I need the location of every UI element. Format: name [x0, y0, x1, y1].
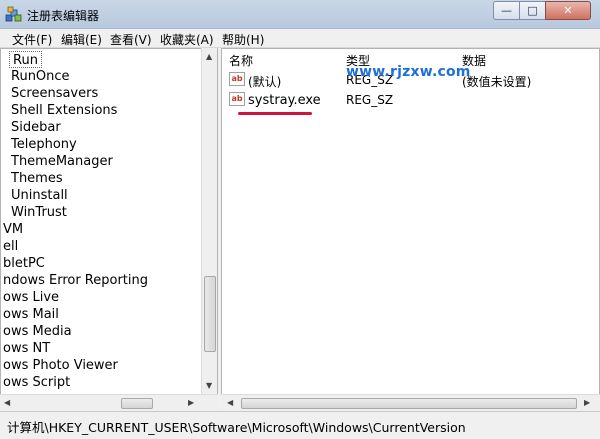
tree-item[interactable]: ows NT	[3, 340, 50, 357]
tree-item[interactable]: ows Photo Viewer	[3, 357, 118, 374]
tree-item[interactable]: ows Script	[3, 374, 70, 391]
tree-item[interactable]: Telephony	[11, 136, 77, 153]
menu-favorites[interactable]: 收藏夹(A)	[160, 31, 214, 48]
tree-item[interactable]: ows Live	[3, 289, 59, 306]
string-value-icon: ab	[229, 72, 245, 86]
registry-editor-icon	[5, 6, 22, 22]
value-name[interactable]: (默认)	[248, 73, 281, 90]
tree-item[interactable]: ows Mail	[3, 306, 59, 323]
tree-item[interactable]: bletPC	[3, 255, 45, 272]
tree-item[interactable]: RunOnce	[11, 68, 70, 85]
tree-horizontal-scrollbar[interactable]: ◀ ▶	[0, 394, 218, 411]
tree-item[interactable]: ndows Error Reporting	[3, 272, 148, 289]
key-path: 计算机\HKEY_CURRENT_USER\Software\Microsoft…	[7, 420, 466, 435]
tree-scroll-thumb[interactable]	[204, 276, 216, 352]
menu-edit[interactable]: 编辑(E)	[61, 31, 102, 48]
tree-item[interactable]: Sidebar	[11, 119, 61, 136]
watermark-text: www.rjzxw.com	[346, 64, 471, 80]
tree-hscroll-thumb[interactable]	[121, 398, 153, 409]
list-horizontal-scrollbar[interactable]: ◀ ▶	[221, 394, 600, 411]
tree-item[interactable]: Shell Extensions	[11, 102, 117, 119]
maximize-button[interactable]: □	[519, 1, 546, 20]
title-bar: 注册表编辑器 — □ ✕	[0, 0, 600, 29]
scroll-left-arrow-icon[interactable]: ◀	[4, 398, 10, 407]
window-title: 注册表编辑器	[27, 9, 100, 23]
tree-item[interactable]: Screensavers	[11, 85, 98, 102]
scroll-down-arrow-icon[interactable]: ▼	[206, 381, 212, 390]
scroll-right-arrow-icon[interactable]: ▶	[584, 398, 590, 407]
tree-item[interactable]: Uninstall	[11, 187, 68, 204]
value-name[interactable]: systray.exe	[248, 93, 321, 108]
string-value-icon: ab	[229, 92, 245, 106]
values-list[interactable]: 名称 类型 数据 ab (默认) REG_SZ (数值未设置) ab systr…	[221, 48, 600, 411]
tree-item[interactable]: VM	[3, 221, 23, 238]
tree-vertical-scrollbar[interactable]: ▲ ▼	[201, 48, 217, 394]
close-button[interactable]: ✕	[545, 1, 591, 20]
scroll-up-arrow-icon[interactable]: ▲	[206, 52, 212, 61]
tree-item[interactable]: WinTrust	[11, 204, 67, 221]
tree-item-selected[interactable]: Run	[9, 51, 42, 68]
tree-item[interactable]: ell	[3, 238, 18, 255]
tree-item[interactable]: ows Media	[3, 323, 72, 340]
status-bar: 计算机\HKEY_CURRENT_USER\Software\Microsoft…	[0, 411, 600, 439]
tree-item[interactable]: ThemeManager	[11, 153, 113, 170]
list-hscroll-thumb[interactable]	[241, 398, 577, 409]
menu-help[interactable]: 帮助(H)	[222, 31, 264, 48]
scroll-right-arrow-icon[interactable]: ▶	[188, 398, 194, 407]
key-tree[interactable]: Run RunOnce Screensavers Shell Extension…	[0, 48, 218, 411]
scroll-left-arrow-icon[interactable]: ◀	[227, 398, 233, 407]
menu-file[interactable]: 文件(F)	[12, 31, 52, 48]
value-type: REG_SZ	[346, 93, 394, 107]
column-header-name[interactable]: 名称	[229, 52, 253, 69]
menu-bar: 文件(F) 编辑(E) 查看(V) 收藏夹(A) 帮助(H)	[0, 29, 600, 48]
minimize-button[interactable]: —	[493, 1, 520, 20]
menu-view[interactable]: 查看(V)	[110, 31, 152, 48]
tree-item[interactable]: Themes	[11, 170, 63, 187]
annotation-underline	[238, 112, 312, 115]
value-data: (数值未设置)	[462, 75, 532, 89]
